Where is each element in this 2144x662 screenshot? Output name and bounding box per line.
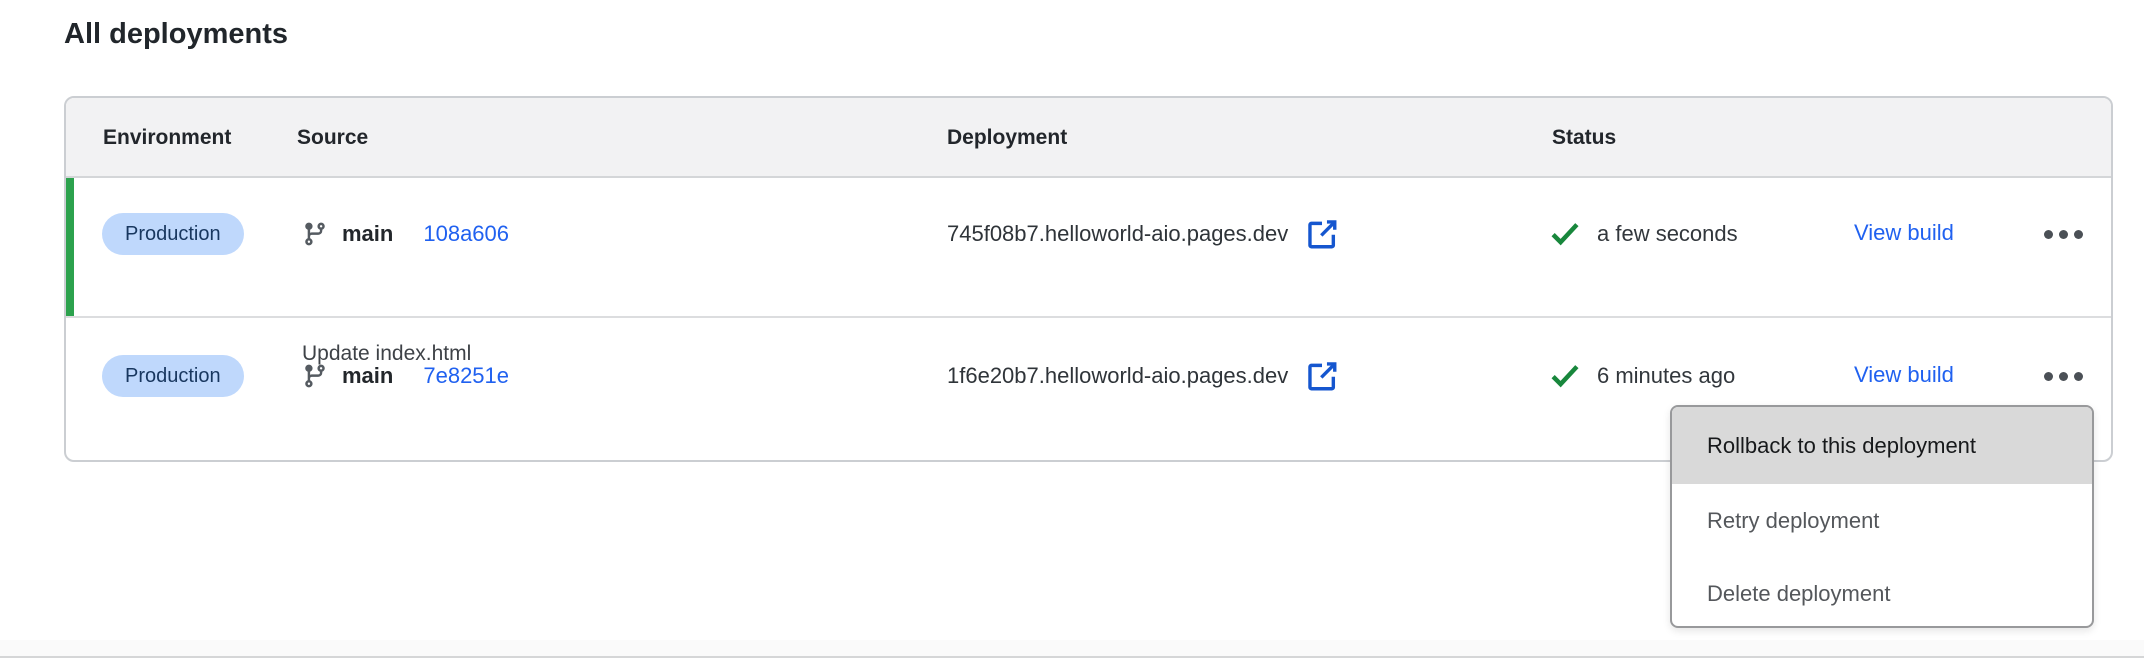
environment-badge: Production [102,213,244,255]
table-header-row: Environment Source Deployment Status [66,98,2111,178]
environment-badge: Production [102,355,244,397]
commit-link[interactable]: 108a606 [423,221,509,247]
branch-name: main [342,221,393,247]
status-time: a few seconds [1597,221,1738,247]
table-row: Production main 108a606 Update index.htm… [66,178,2111,318]
row-actions-menu-button[interactable] [2030,356,2096,396]
section-divider-band [0,640,2144,656]
column-header-deployment: Deployment [947,98,1067,178]
kebab-menu-icon [2044,230,2053,239]
menu-item-delete[interactable]: Delete deployment [1672,557,2092,628]
column-header-environment: Environment [103,98,231,178]
status-cell: a few seconds [1550,217,1738,251]
deployment-cell: 745f08b7.helloworld-aio.pages.dev [947,217,1339,251]
check-icon [1550,363,1580,389]
git-branch-icon [302,363,328,389]
branch-name: main [342,363,393,389]
external-link-icon[interactable] [1305,359,1339,393]
deployment-url: 745f08b7.helloworld-aio.pages.dev [947,221,1288,247]
view-build-link[interactable]: View build [1854,362,1954,388]
external-link-icon[interactable] [1305,217,1339,251]
column-header-status: Status [1552,98,1616,178]
section-divider [0,656,2144,658]
kebab-menu-icon [2044,372,2053,381]
page-title: All deployments [64,18,288,51]
view-build-link[interactable]: View build [1854,220,1954,246]
menu-item-rollback[interactable]: Rollback to this deployment [1672,407,2092,484]
current-deployment-indicator [66,178,74,316]
status-time: 6 minutes ago [1597,363,1735,389]
commit-link[interactable]: 7e8251e [423,363,509,389]
column-header-source: Source [297,98,368,178]
status-cell: 6 minutes ago [1550,359,1735,393]
deployment-url: 1f6e20b7.helloworld-aio.pages.dev [947,363,1288,389]
source-cell: main 108a606 [302,217,509,251]
check-icon [1550,221,1580,247]
git-branch-icon [302,221,328,247]
menu-item-retry[interactable]: Retry deployment [1672,484,2092,557]
deployment-cell: 1f6e20b7.helloworld-aio.pages.dev [947,359,1339,393]
deployment-actions-menu: Rollback to this deployment Retry deploy… [1670,405,2094,628]
row-actions-menu-button[interactable] [2030,214,2096,254]
source-cell: main 7e8251e [302,359,509,393]
